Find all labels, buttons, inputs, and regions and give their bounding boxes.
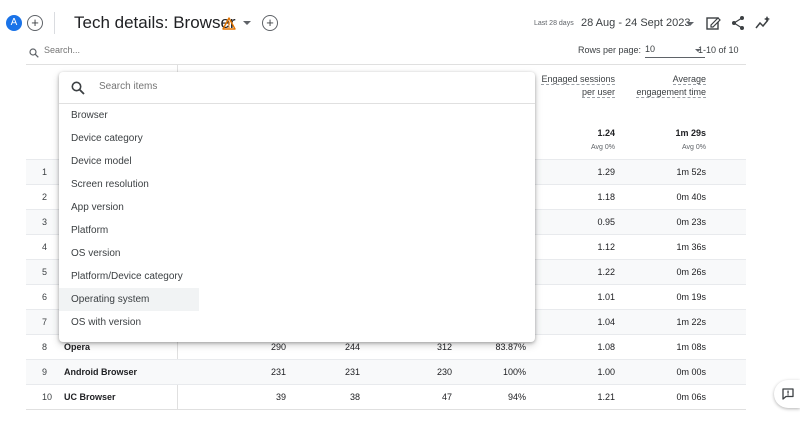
cell-avg-engagement-time: 1m 36s bbox=[676, 242, 706, 252]
cell-engaged-per-user: 1.04 bbox=[597, 317, 615, 327]
dimension-option-device-category[interactable]: Device category bbox=[59, 127, 199, 150]
row-index: 5 bbox=[42, 267, 48, 277]
cell-users: 39 bbox=[275, 392, 286, 402]
row-dimension[interactable]: Android Browser bbox=[64, 367, 137, 377]
dimension-search-bar bbox=[59, 72, 535, 104]
row-index: 6 bbox=[42, 292, 48, 302]
customize-report-icon[interactable] bbox=[705, 15, 721, 31]
column-header-engagement-time[interactable]: Average engagement time bbox=[626, 73, 706, 99]
cell-new-users: 38 bbox=[349, 392, 360, 402]
add-comparison-button[interactable]: + bbox=[27, 15, 43, 31]
cell-users: 231 bbox=[270, 367, 286, 377]
table-bottom-border bbox=[26, 409, 746, 410]
cell-engagement-rate: 94% bbox=[507, 392, 526, 402]
pagination-range: 1-10 of 10 bbox=[698, 45, 739, 55]
cell-engaged-per-user: 1.22 bbox=[597, 267, 615, 277]
rows-per-page-value: 10 bbox=[645, 44, 656, 54]
cell-avg-engagement-time: 1m 22s bbox=[676, 317, 706, 327]
cell-engaged-sessions: 230 bbox=[436, 367, 452, 377]
row-index: 10 bbox=[42, 392, 53, 402]
cell-engaged-per-user: 1.29 bbox=[597, 167, 615, 177]
dimension-option-platform-device-category[interactable]: Platform/Device category bbox=[59, 265, 199, 288]
header-divider bbox=[54, 12, 55, 34]
cell-avg-engagement-time: 0m 26s bbox=[676, 267, 706, 277]
report-header: A + Tech details: Browser + Last 28 days… bbox=[0, 0, 800, 44]
cell-engaged-per-user: 1.00 bbox=[597, 367, 615, 377]
dimension-option-browser[interactable]: Browser bbox=[59, 104, 199, 127]
cell-engaged-per-user: 1.18 bbox=[597, 192, 615, 202]
rows-per-page-label: Rows per page: bbox=[578, 45, 642, 55]
feedback-button[interactable] bbox=[774, 380, 800, 408]
cell-engagement-rate: 83.87% bbox=[495, 342, 526, 352]
share-icon[interactable] bbox=[730, 15, 746, 31]
search-icon bbox=[71, 81, 85, 95]
search-icon bbox=[29, 48, 39, 58]
column-header-engaged-sessions[interactable]: Engaged sessions per user bbox=[535, 73, 615, 99]
cell-avg-engagement-time: 0m 00s bbox=[676, 367, 706, 377]
cell-avg-engagement-time: 0m 06s bbox=[676, 392, 706, 402]
cell-engagement-rate: 100% bbox=[502, 367, 526, 377]
cell-engaged-per-user: 0.95 bbox=[597, 217, 615, 227]
dimension-option-device-model[interactable]: Device model bbox=[59, 150, 199, 173]
dimension-picker-dropdown: Browser Device category Device model Scr… bbox=[59, 72, 535, 342]
dimension-option-operating-system[interactable]: Operating system bbox=[59, 288, 199, 311]
cell-engaged-sessions: 47 bbox=[441, 392, 452, 402]
row-dimension[interactable]: Opera bbox=[64, 342, 90, 352]
cell-engaged-per-user: 1.08 bbox=[597, 342, 615, 352]
add-dimension-button[interactable]: + bbox=[262, 15, 278, 31]
row-index: 3 bbox=[42, 217, 48, 227]
cell-new-users: 231 bbox=[344, 367, 360, 377]
cell-engaged-per-user: 1.12 bbox=[597, 242, 615, 252]
dimension-search-input[interactable] bbox=[99, 81, 399, 92]
table-row[interactable]: 10 UC Browser 39 38 47 94% 1.21 0m 06s bbox=[26, 384, 746, 409]
page-title: Tech details: Browser bbox=[74, 13, 236, 32]
row-index: 4 bbox=[42, 242, 48, 252]
avg-avg-engagement-time: Avg 0% bbox=[682, 144, 706, 151]
table-row[interactable]: 9 Android Browser 231 231 230 100% 1.00 … bbox=[26, 359, 746, 384]
cell-engaged-per-user: 1.21 bbox=[597, 392, 615, 402]
row-index: 9 bbox=[42, 367, 48, 377]
cell-engaged-sessions: 312 bbox=[436, 342, 452, 352]
row-index: 2 bbox=[42, 192, 48, 202]
cell-avg-engagement-time: 1m 08s bbox=[676, 342, 706, 352]
table-toolbar: Rows per page: 10 1-10 of 10 bbox=[26, 44, 746, 64]
cell-avg-engagement-time: 0m 23s bbox=[676, 217, 706, 227]
account-avatar[interactable]: A bbox=[6, 15, 22, 31]
date-period-label: Last 28 days bbox=[534, 20, 574, 27]
row-index: 8 bbox=[42, 342, 48, 352]
date-range-chevron-icon[interactable] bbox=[686, 22, 694, 26]
dimension-option-screen-resolution[interactable]: Screen resolution bbox=[59, 173, 199, 196]
rows-per-page-select[interactable]: 10 bbox=[645, 44, 705, 58]
date-range-picker[interactable]: 28 Aug - 24 Sept 2023 bbox=[581, 17, 690, 29]
cell-users: 290 bbox=[270, 342, 286, 352]
table-search-input[interactable] bbox=[44, 45, 244, 55]
insights-icon[interactable] bbox=[755, 15, 771, 31]
dimension-option-app-version[interactable]: App version bbox=[59, 196, 199, 219]
row-index: 7 bbox=[42, 317, 48, 327]
column-header-label: Average engagement time bbox=[636, 74, 706, 98]
dimension-option-os-with-version[interactable]: OS with version bbox=[59, 311, 199, 334]
cell-avg-engagement-time: 1m 52s bbox=[676, 167, 706, 177]
warning-icon[interactable] bbox=[222, 17, 236, 30]
row-dimension[interactable]: UC Browser bbox=[64, 392, 116, 402]
total-avg-engagement-time: 1m 29s bbox=[675, 128, 706, 138]
dimension-option-platform[interactable]: Platform bbox=[59, 219, 199, 242]
total-engaged-per-user: 1.24 bbox=[597, 128, 615, 138]
cell-new-users: 244 bbox=[344, 342, 360, 352]
title-dropdown-chevron-icon[interactable] bbox=[243, 21, 251, 25]
feedback-icon bbox=[782, 388, 794, 400]
dimension-option-os-version[interactable]: OS version bbox=[59, 242, 199, 265]
cell-avg-engagement-time: 0m 40s bbox=[676, 192, 706, 202]
avg-engaged-per-user: Avg 0% bbox=[591, 144, 615, 151]
cell-avg-engagement-time: 0m 19s bbox=[676, 292, 706, 302]
cell-engaged-per-user: 1.01 bbox=[597, 292, 615, 302]
column-header-label: Engaged sessions per user bbox=[541, 74, 615, 98]
row-index: 1 bbox=[42, 167, 48, 177]
